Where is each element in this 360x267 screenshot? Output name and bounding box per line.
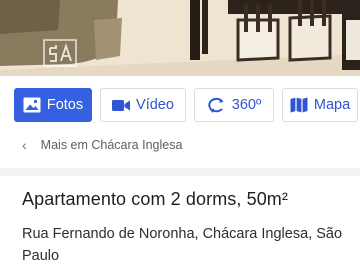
section-divider — [0, 168, 360, 176]
chevron-left-icon[interactable]: ‹ — [22, 138, 27, 152]
video-camera-icon — [112, 99, 131, 112]
tab-video-label: Vídeo — [136, 97, 174, 113]
breadcrumb[interactable]: ‹ Mais em Chácara Inglesa — [22, 138, 182, 152]
image-icon — [23, 97, 41, 113]
rotate-360-icon — [207, 97, 226, 113]
breadcrumb-label[interactable]: Mais em Chácara Inglesa — [41, 138, 183, 152]
tab-mapa[interactable]: Mapa — [282, 88, 358, 122]
listing-photo[interactable] — [0, 0, 360, 76]
map-icon — [290, 97, 308, 113]
listing-title: Apartamento com 2 dorms, 50m² — [22, 189, 289, 209]
tab-360-label: 360º — [231, 97, 262, 113]
tab-fotos-label: Fotos — [46, 97, 84, 113]
media-tabs: Fotos Vídeo 360º Mapa — [14, 88, 358, 124]
tab-360[interactable]: 360º — [194, 88, 274, 122]
tab-video[interactable]: Vídeo — [100, 88, 186, 122]
tab-mapa-label: Mapa — [313, 97, 351, 113]
listing-address: Rua Fernando de Noronha, Chácara Inglesa… — [22, 226, 343, 264]
watermark-logo — [42, 38, 78, 68]
tab-fotos[interactable]: Fotos — [14, 88, 92, 122]
